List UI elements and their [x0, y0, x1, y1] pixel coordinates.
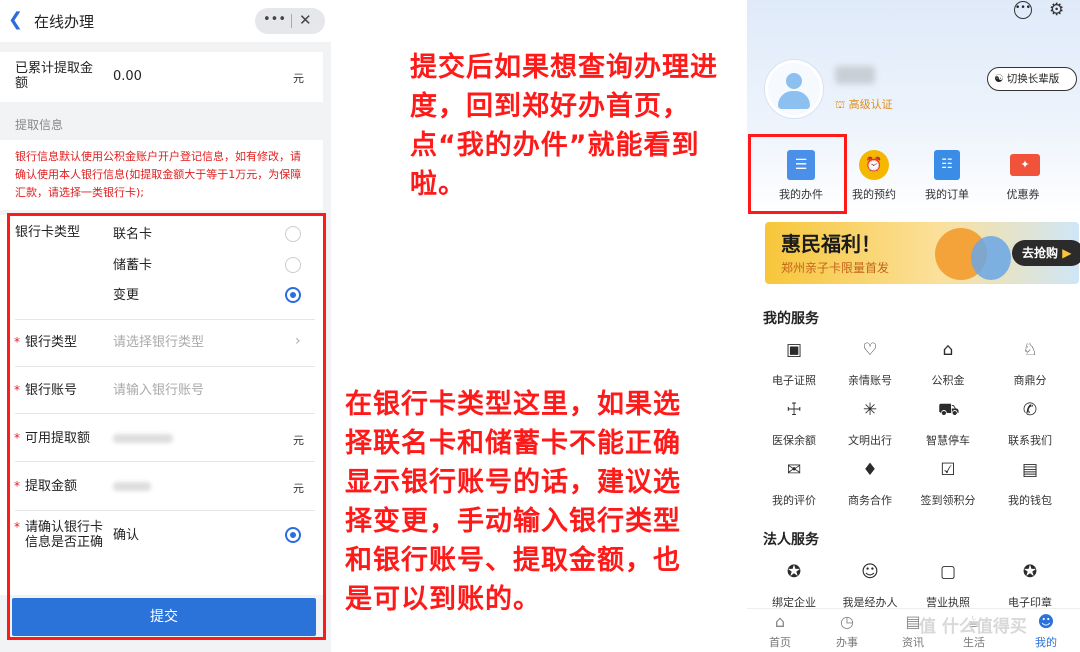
- tripod-cauldron-icon: ♘: [1022, 340, 1038, 360]
- auth-badge: ⛫ 高级认证: [835, 96, 893, 113]
- home-icon: ⌂: [774, 612, 786, 631]
- avatar[interactable]: [765, 60, 823, 118]
- notice-text: 银行信息默认使用公积金账户开户登记信息，如有修改，请确认使用本人银行信息(如提取…: [15, 150, 302, 199]
- wallet-icon: ▤: [1021, 460, 1039, 480]
- service-check-in-points[interactable]: 签到领积分: [913, 492, 983, 508]
- unit-label: 元: [293, 72, 304, 85]
- right-phone-screen: ••• ⚙ ⛫ 高级认证 ☯ 切换长辈版 ☰ 我的办件 ⏰ 我的预约 ☷ 我的订…: [747, 0, 1080, 652]
- shield-icon: ⛫: [835, 98, 846, 111]
- chat-icon[interactable]: •••: [1014, 1, 1032, 19]
- service-civilized-travel[interactable]: 文明出行: [835, 432, 905, 448]
- accum-value: 0.00: [113, 69, 142, 84]
- settings-icon[interactable]: ⚙: [1049, 0, 1064, 20]
- quick-my-appointments[interactable]: 我的预约: [840, 186, 908, 202]
- legal-services-title: 法人服务: [763, 532, 819, 548]
- alarm-clock-icon: ⏰: [859, 150, 889, 180]
- house-icon: ⌂: [942, 340, 954, 360]
- user-name-blurred: [835, 66, 875, 84]
- service-e-certificate[interactable]: 电子证照: [759, 372, 829, 388]
- auth-badge-label: 高级认证: [848, 98, 893, 111]
- my-services-title: 我的服务: [763, 311, 819, 327]
- banner-title: 惠民福利！: [781, 232, 881, 256]
- service-my-reviews[interactable]: 我的评价: [759, 492, 829, 508]
- service-contact-us[interactable]: 联系我们: [995, 432, 1065, 448]
- heart-hands-icon: ♡: [862, 340, 878, 360]
- elder-icon: ☯: [994, 73, 1004, 85]
- annotation-query-progress: 提交后如果想查询办理进度，回到郑好办首页，点“我的办件”就能看到啦。: [410, 52, 718, 200]
- page-title: 在线办理: [34, 13, 95, 31]
- annotation-card-type: 在银行卡类型这里，如果选择联名卡和储蓄卡不能正确显示银行账号的话，建议选择变更，…: [345, 389, 681, 615]
- highlight-box-my-cases: [748, 134, 847, 214]
- quick-coupons[interactable]: 优惠券: [989, 186, 1057, 202]
- person-icon: ☺: [861, 562, 879, 582]
- service-medical-balance[interactable]: 医保余额: [759, 432, 829, 448]
- pedestrian-icon: ✳: [862, 400, 878, 420]
- profile-icon: ☻: [1037, 612, 1055, 631]
- switch-elder-mode-button[interactable]: ☯ 切换长辈版: [987, 67, 1077, 91]
- medical-box-icon: ☩: [786, 400, 802, 420]
- e-certificate-icon: ▣: [785, 340, 803, 360]
- seal-icon: ✪: [1022, 562, 1038, 582]
- accum-label: 已累计提取金额: [15, 61, 94, 91]
- tab-mine[interactable]: 我的: [1026, 634, 1066, 650]
- notice-card: 银行信息默认使用公积金账户开户登记信息，如有修改，请确认使用本人银行信息(如提取…: [0, 140, 323, 210]
- handshake-icon: ♦: [862, 460, 878, 480]
- watermark: 值 什么值得买: [919, 617, 1027, 637]
- service-my-wallet[interactable]: 我的钱包: [995, 492, 1065, 508]
- quick-my-orders[interactable]: 我的订单: [913, 186, 981, 202]
- left-phone-screen: ❮ 在线办理 ••• ✕ 已累计提取金额 0.00 元 提取信息 银行信息默认使…: [0, 0, 331, 652]
- promo-banner[interactable]: 惠民福利！ 郑州亲子卡限量首发 去抢购 ▶: [765, 222, 1080, 284]
- license-icon: ▢: [939, 562, 957, 582]
- car-icon: ⛟: [938, 400, 960, 420]
- tab-affairs[interactable]: 办事: [827, 634, 867, 650]
- order-icon: ☷: [934, 150, 960, 180]
- coupon-icon: ✦: [1010, 154, 1040, 176]
- service-smart-parking[interactable]: 智慧停车: [913, 432, 983, 448]
- highlight-box-form: [7, 213, 326, 640]
- close-icon[interactable]: ✕: [299, 11, 312, 29]
- phone-icon: ✆: [1022, 400, 1038, 420]
- banner-buy-button[interactable]: 去抢购 ▶: [1012, 240, 1080, 266]
- service-provident-fund[interactable]: 公积金: [913, 372, 983, 388]
- service-business-cooperation[interactable]: 商务合作: [835, 492, 905, 508]
- arrow-right-icon: ▶: [1062, 246, 1072, 260]
- mini-program-capsule: ••• ✕: [255, 8, 325, 34]
- comment-icon: ✉: [786, 460, 802, 480]
- calendar-check-icon: ☑: [940, 460, 956, 480]
- clock-icon: ◷: [840, 612, 854, 631]
- tab-home[interactable]: 首页: [760, 634, 800, 650]
- back-icon[interactable]: ❮: [8, 9, 23, 30]
- service-family-account[interactable]: 亲情账号: [835, 372, 905, 388]
- service-shangding-points[interactable]: 商鼎分: [995, 372, 1065, 388]
- family-illustration-figure: [971, 236, 1011, 280]
- banner-subtitle: 郑州亲子卡限量首发: [781, 261, 890, 275]
- badge-icon: ✪: [786, 562, 802, 582]
- section-title: 提取信息: [15, 118, 64, 132]
- more-icon[interactable]: •••: [263, 12, 286, 27]
- switch-mode-label: 切换长辈版: [1006, 73, 1060, 85]
- banner-buy-label: 去抢购: [1022, 246, 1059, 260]
- accum-row: 已累计提取金额 0.00 元: [0, 52, 323, 102]
